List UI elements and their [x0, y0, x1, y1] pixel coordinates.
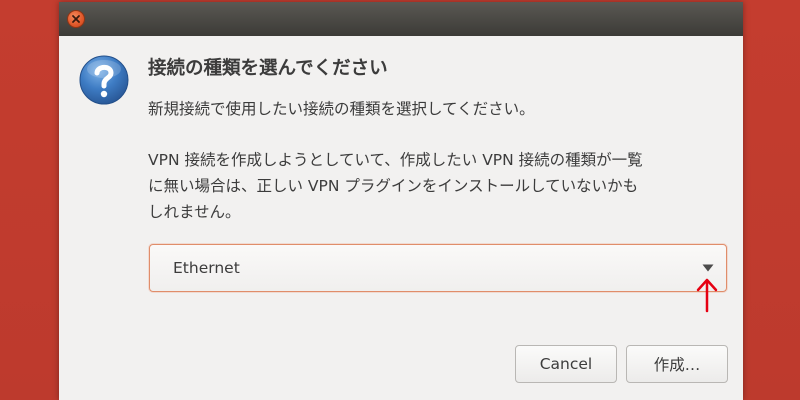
titlebar[interactable]: [59, 2, 743, 36]
connection-type-combobox[interactable]: Ethernet: [149, 244, 727, 292]
choose-connection-type-dialog: 接続の種類を選んでください 新規接続で使用したい接続の種類を選択してください。 …: [59, 2, 743, 400]
body-line: しれません。: [148, 203, 241, 221]
red-up-arrow-icon: [696, 278, 718, 313]
cancel-button[interactable]: Cancel: [515, 345, 617, 383]
combobox-selected-value: Ethernet: [173, 259, 240, 277]
dialog-heading: 接続の種類を選んでください: [148, 58, 388, 79]
body-line: VPN 接続を作成しようとしていて、作成したい VPN 接続の種類が一覧: [148, 151, 643, 169]
body-line: に無い場合は、正しい VPN プラグインをインストールしていないかも: [148, 177, 639, 195]
close-button[interactable]: [67, 10, 85, 28]
chevron-down-icon[interactable]: [702, 264, 714, 272]
dialog-body-text: VPN 接続を作成しようとしていて、作成したい VPN 接続の種類が一覧 に無い…: [148, 147, 733, 225]
create-button[interactable]: 作成…: [626, 345, 728, 383]
dialog-subtext: 新規接続で使用したい接続の種類を選択してください。: [148, 100, 535, 118]
question-icon: [79, 55, 129, 105]
close-icon: [72, 15, 80, 23]
